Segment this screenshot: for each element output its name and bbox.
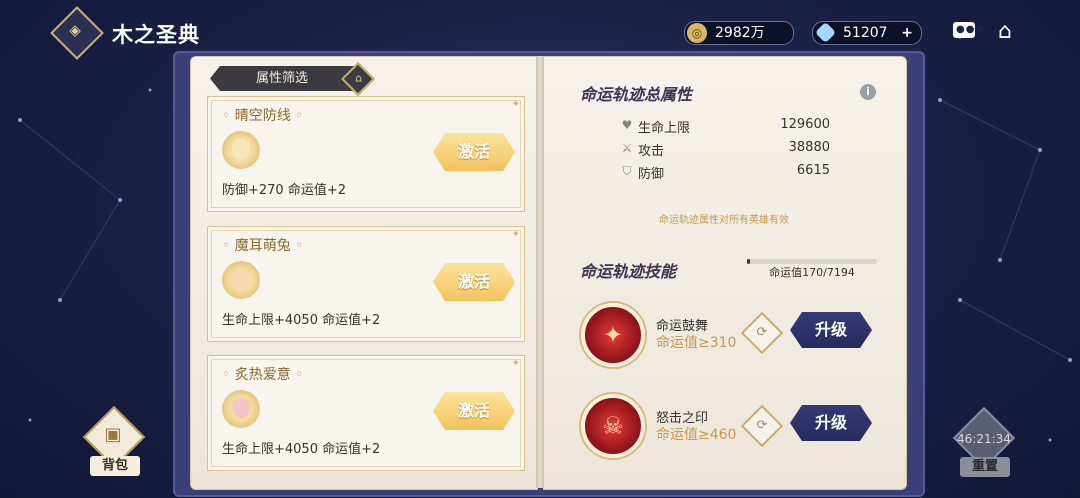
sparkle-icon: ✦	[511, 358, 520, 369]
shield-icon: ⛉	[622, 164, 632, 178]
drum-bow-icon: ✦	[602, 321, 624, 349]
diamond-gem-icon	[814, 21, 837, 44]
fate-progress-label: 命运值170/7194	[769, 266, 855, 279]
stat-value: 129600	[780, 117, 830, 132]
hero-card-desc: 生命上限+4050 命运值+2	[222, 313, 381, 328]
skill-icon[interactable]: ✦	[581, 303, 645, 367]
stat-label: 生命上限	[638, 121, 691, 136]
heart-icon: ♥	[621, 118, 633, 132]
skill-requirement: 命运值≥310	[656, 335, 737, 351]
attribute-note: 命运轨迹属性对所有英雄有效	[659, 215, 789, 226]
hero-portrait-icon[interactable]	[222, 390, 260, 428]
stat-row: ⚔ 攻击 38880	[620, 140, 830, 160]
chat-dots-icon: ●●●	[956, 24, 986, 35]
stat-label: 防御	[638, 167, 665, 182]
stat-value: 6615	[796, 163, 830, 178]
gem-counter[interactable]: 51207 +	[812, 21, 922, 45]
hero-card: 炙热爱意 生命上限+4050 命运值+2 激活 ✦	[207, 355, 525, 471]
stat-value: 38880	[788, 140, 830, 155]
activate-button[interactable]: 激活	[433, 392, 515, 430]
hero-card: 晴空防线 防御+270 命运值+2 激活 ✦	[207, 96, 525, 212]
bag-label[interactable]: 背包	[90, 456, 140, 476]
gold-coin-icon: ◎	[687, 23, 707, 43]
stat-label: 攻击	[638, 144, 665, 159]
gold-value: 2982万	[715, 25, 765, 41]
upgrade-button[interactable]: 升级	[790, 312, 872, 348]
gold-counter: ◎ 2982万	[684, 21, 794, 45]
stat-row: ♥ 生命上限 129600	[620, 117, 830, 137]
page-title: 木之圣典	[112, 23, 200, 47]
reset-timer: 46:21:34	[957, 432, 1011, 446]
home-icon[interactable]: ⌂	[998, 21, 1012, 43]
skills-title: 命运轨迹技能	[580, 262, 677, 281]
hero-card: 魔耳萌兔 生命上限+4050 命运值+2 激活 ✦	[207, 226, 525, 342]
hero-card-title: 魔耳萌兔	[222, 235, 303, 255]
hero-card-desc: 生命上限+4050 命运值+2	[222, 442, 381, 457]
sparkle-icon: ✦	[511, 229, 520, 240]
upgrade-button[interactable]: 升级	[790, 405, 872, 441]
total-attributes-title: 命运轨迹总属性	[580, 85, 693, 104]
skill-requirement: 命运值≥460	[656, 427, 737, 443]
skull-mark-icon: ☠	[602, 412, 624, 440]
reset-label[interactable]: 重置	[960, 457, 1010, 477]
info-icon[interactable]: i	[860, 84, 876, 100]
hero-card-title: 晴空防线	[222, 105, 303, 125]
skill-icon[interactable]: ☠	[581, 394, 645, 458]
activate-button[interactable]: 激活	[433, 133, 515, 171]
add-gem-button[interactable]: +	[901, 22, 913, 44]
stat-row: ⛉ 防御 6615	[620, 163, 830, 183]
gem-value: 51207	[843, 25, 888, 41]
activate-button[interactable]: 激活	[433, 263, 515, 301]
hero-portrait-icon[interactable]	[222, 131, 260, 169]
sparkle-icon: ✦	[511, 99, 520, 110]
hero-card-desc: 防御+270 命运值+2	[222, 183, 347, 198]
backpack-icon: ▣	[104, 424, 122, 445]
attribute-filter-tab[interactable]: 属性筛选	[210, 66, 360, 91]
hero-portrait-icon[interactable]	[222, 261, 260, 299]
hero-card-title: 炙热爱意	[222, 364, 303, 384]
sword-icon: ⚔	[621, 141, 633, 155]
book-emblem-icon: ◈	[69, 21, 81, 39]
